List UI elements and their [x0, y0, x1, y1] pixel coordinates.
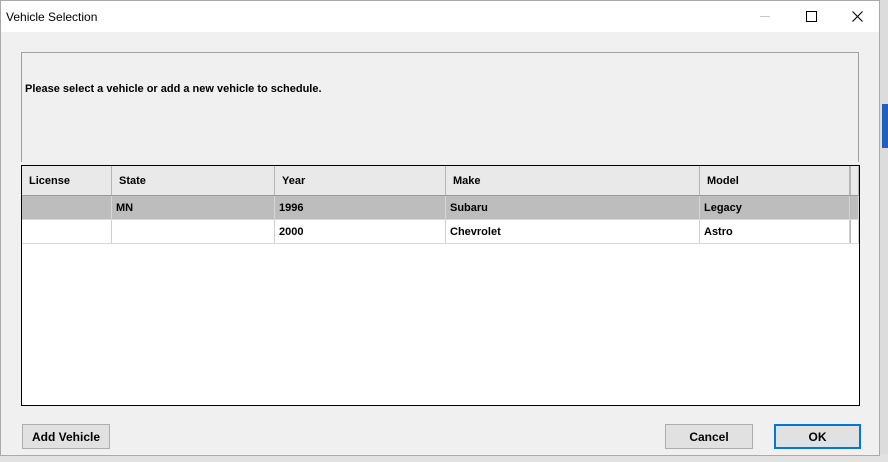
background-blue-strip: [882, 104, 888, 148]
cancel-button[interactable]: Cancel: [665, 424, 753, 449]
cell-year: 2000: [275, 220, 446, 243]
cell-model: Astro: [700, 220, 850, 243]
background-window-edge: [880, 0, 888, 462]
minimize-button[interactable]: [742, 1, 788, 32]
table-row[interactable]: 2000 Chevrolet Astro: [22, 220, 859, 244]
column-header-license[interactable]: License: [22, 166, 112, 195]
close-icon: [851, 11, 863, 22]
column-header-year[interactable]: Year: [275, 166, 446, 195]
column-header-state[interactable]: State: [112, 166, 275, 195]
cell-make: Subaru: [446, 196, 700, 219]
column-header-model[interactable]: Model: [700, 166, 850, 195]
grid-header: License State Year Make Model: [22, 166, 859, 196]
cell-license: [22, 220, 112, 243]
cell-state: [112, 220, 275, 243]
cell-make: Chevrolet: [446, 220, 700, 243]
cell-model: Legacy: [700, 196, 850, 219]
window-title: Vehicle Selection: [6, 10, 98, 24]
minimize-icon: [760, 16, 770, 17]
maximize-button[interactable]: [788, 1, 834, 32]
close-button[interactable]: [834, 1, 880, 32]
title-bar[interactable]: Vehicle Selection: [1, 1, 879, 32]
instruction-panel: Please select a vehicle or add a new veh…: [21, 52, 859, 162]
ok-button[interactable]: OK: [774, 424, 861, 449]
table-row[interactable]: MN 1996 Subaru Legacy: [22, 196, 859, 220]
vehicle-selection-dialog: Vehicle Selection Please select a vehicl…: [0, 0, 880, 456]
cell-license: [22, 196, 112, 219]
cell-filler: [850, 220, 859, 243]
maximize-icon: [805, 11, 817, 22]
column-header-make[interactable]: Make: [446, 166, 700, 195]
add-vehicle-button[interactable]: Add Vehicle: [22, 424, 110, 449]
cell-filler: [850, 196, 859, 219]
vehicle-grid[interactable]: License State Year Make Model MN 1996 Su…: [21, 165, 860, 406]
column-header-filler: [850, 166, 859, 195]
instruction-text: Please select a vehicle or add a new veh…: [25, 83, 322, 95]
cell-year: 1996: [275, 196, 446, 219]
cell-state: MN: [112, 196, 275, 219]
